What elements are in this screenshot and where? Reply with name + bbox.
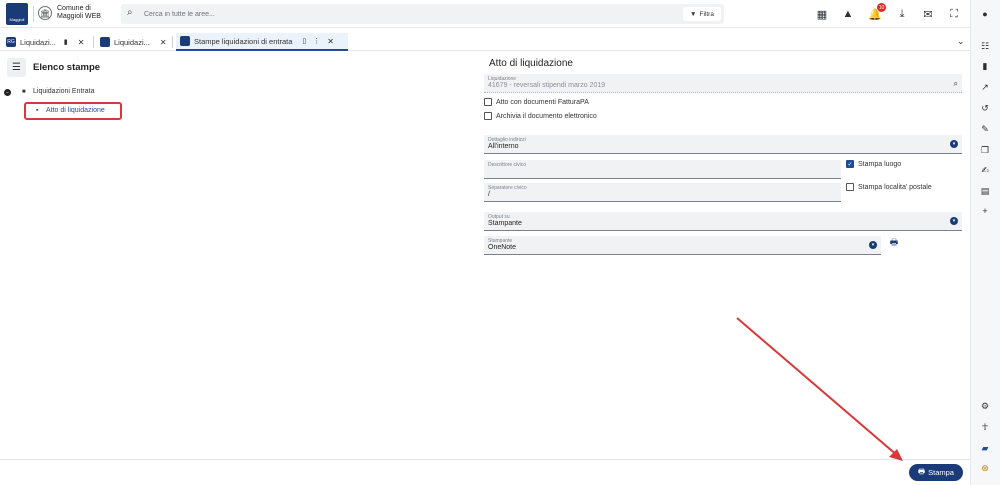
printer-icon[interactable]: 🖶 <box>887 236 901 250</box>
field-label: Separatore civico <box>488 185 527 191</box>
tab-stampe-liquidazioni[interactable]: Stampe liquidazioni di entrata ▯ ⋮ ✕ <box>176 33 348 51</box>
chevron-down-icon[interactable]: ▾ <box>950 217 958 225</box>
field-label: Descrittore civico <box>488 162 527 168</box>
checkbox-stampa-localita[interactable]: Stampa localita' postale <box>846 183 932 191</box>
chevron-down-icon[interactable]: ⌄ <box>957 36 965 47</box>
search-icon: ⌕ <box>127 7 133 18</box>
warning-icon[interactable]: ▲ <box>840 6 856 22</box>
search-icon[interactable]: ⌕ <box>954 79 958 89</box>
municipality-icon: 🏛 <box>38 6 52 20</box>
mail-icon[interactable]: ✉ <box>920 6 936 22</box>
org-name: Comune di Maggioli WEB <box>57 5 101 21</box>
download-icon[interactable]: ⤓ <box>894 6 910 22</box>
top-bar: Maggioli 🏛 Comune di Maggioli WEB ⌕ ▼ Fi… <box>0 0 1000 28</box>
more-icon[interactable]: ⋮ <box>313 37 320 45</box>
tab-app-icon <box>100 37 110 47</box>
plus-icon[interactable]: + <box>979 205 991 217</box>
checkbox-label: Atto con documenti FatturaPA <box>496 98 589 106</box>
chevron-down-icon[interactable]: ▾ <box>950 140 958 148</box>
dettaglio-indirizzi-select[interactable]: Dettaglio indirizzi All'interno ▾ <box>484 135 962 154</box>
fullscreen-icon[interactable]: ⛶ <box>946 6 962 22</box>
printer-icon: 🖶 <box>918 467 926 476</box>
checkbox-box[interactable]: ✓ <box>846 160 854 168</box>
bookmark-icon[interactable]: ▮ <box>64 38 68 46</box>
filter-button[interactable]: ▼ Filtra <box>683 7 721 21</box>
field-value: 41679 - reversali stipendi marzo 2019 <box>488 82 606 89</box>
checkbox-archivia[interactable]: Archivia il documento elettronico <box>484 112 597 120</box>
tree-item-label: Atto di liquidazione <box>46 107 105 114</box>
field-value: / <box>488 191 490 198</box>
history-icon[interactable]: ↺ <box>979 102 991 114</box>
tree-collapse-toggle[interactable]: − <box>4 89 11 96</box>
tab-label: Liquidazi... <box>20 37 56 47</box>
tab-bar: RG Liquidazi... ▮ ✕ Liquidazi... ✕ Stamp… <box>0 33 970 51</box>
checkbox-label: Stampa localita' postale <box>858 183 932 191</box>
field-value: All'interno <box>488 143 519 150</box>
document-icon: ▪ <box>36 107 39 114</box>
checkbox-stampa-luogo[interactable]: ✓ Stampa luogo <box>846 160 901 168</box>
notification-badge: 10 <box>877 3 886 12</box>
form-title: Atto di liquidazione <box>489 58 573 69</box>
divider <box>33 6 34 22</box>
tab-liquidazioni-1[interactable]: RG Liquidazi... ▮ ✕ <box>2 33 88 51</box>
checkbox-fatturapa[interactable]: Atto con documenti FatturaPA <box>484 98 589 106</box>
bookmark-icon[interactable]: ▯ <box>302 37 306 45</box>
panel-title: Elenco stampe <box>33 62 101 73</box>
stampante-select[interactable]: Stampante OneNote ▾ <box>484 236 881 255</box>
checkbox-label: Archivia il documento elettronico <box>496 112 597 120</box>
book-icon[interactable]: ▮ <box>979 60 991 72</box>
search-input[interactable] <box>144 7 544 21</box>
tree-item-atto-di-liquidazione[interactable]: ▪ Atto di liquidazione <box>24 102 122 120</box>
settings-icon[interactable]: ⚙ <box>979 400 991 412</box>
stampa-label: Stampa <box>928 468 954 477</box>
tab-divider <box>172 36 173 48</box>
bell-icon[interactable]: 🔔 10 <box>867 3 886 22</box>
footer-bar <box>0 459 970 485</box>
liquidazione-field[interactable]: Liquidazione 41679 - reversali stipendi … <box>484 74 962 93</box>
accessibility-icon[interactable]: ☥ <box>979 421 991 433</box>
close-icon[interactable]: ✕ <box>78 38 85 47</box>
filter-icon: ▼ <box>690 10 697 18</box>
filter-label: Filtra <box>699 10 714 18</box>
user-icon[interactable]: ● <box>979 8 991 20</box>
tab-divider <box>93 36 94 48</box>
tab-label: Stampe liquidazioni di entrata <box>194 36 293 46</box>
chat-icon[interactable]: ▰ <box>979 442 991 454</box>
copy-icon[interactable]: ❐ <box>979 144 991 156</box>
global-search: ⌕ ▼ Filtra <box>121 4 724 24</box>
pin-icon[interactable]: ✎ <box>979 123 991 135</box>
tab-app-icon: RG <box>6 37 16 47</box>
checkbox-box[interactable] <box>484 112 492 120</box>
separatore-civico-field[interactable]: Separatore civico / <box>484 183 841 202</box>
support-icon[interactable]: ⊛ <box>979 462 991 474</box>
field-value: Stampante <box>488 220 522 227</box>
tree-root-label[interactable]: Liquidazioni Entrata <box>33 88 95 95</box>
close-icon[interactable]: ✕ <box>160 38 167 47</box>
checkbox-label: Stampa luogo <box>858 160 902 168</box>
stampa-button[interactable]: 🖶 Stampa <box>909 464 963 481</box>
menu-button[interactable]: ☰ <box>7 58 26 77</box>
field-value: OneNote <box>488 244 517 251</box>
dashboard-icon[interactable]: ▦ <box>814 6 830 22</box>
list-icon: ☰ <box>12 62 21 73</box>
logo-text: Maggioli <box>9 17 25 22</box>
close-icon[interactable]: ✕ <box>327 37 334 46</box>
right-sidebar <box>970 0 1000 485</box>
tab-app-icon <box>180 36 190 46</box>
checkbox-box[interactable] <box>846 183 854 191</box>
list-icon[interactable]: ☷ <box>979 40 991 52</box>
folder-icon: ■ <box>22 89 26 95</box>
chevron-down-icon[interactable]: ▾ <box>869 241 877 249</box>
tab-liquidazioni-2[interactable]: Liquidazi... ✕ <box>96 33 171 51</box>
trend-icon[interactable]: ↗ <box>979 81 991 93</box>
org-name-line1: Comune di <box>57 5 91 12</box>
pdf-icon[interactable]: ▤ <box>979 185 991 197</box>
tab-label: Liquidazi... <box>114 37 150 47</box>
maggioli-logo[interactable]: Maggioli <box>6 3 28 25</box>
edit-document-icon[interactable]: ✍ <box>979 164 991 176</box>
org-name-line2: Maggioli WEB <box>57 13 101 20</box>
checkbox-box[interactable] <box>484 98 492 106</box>
descrittore-civico-field[interactable]: Descrittore civico <box>484 160 841 179</box>
output-su-select[interactable]: Output su Stampante ▾ <box>484 212 962 231</box>
